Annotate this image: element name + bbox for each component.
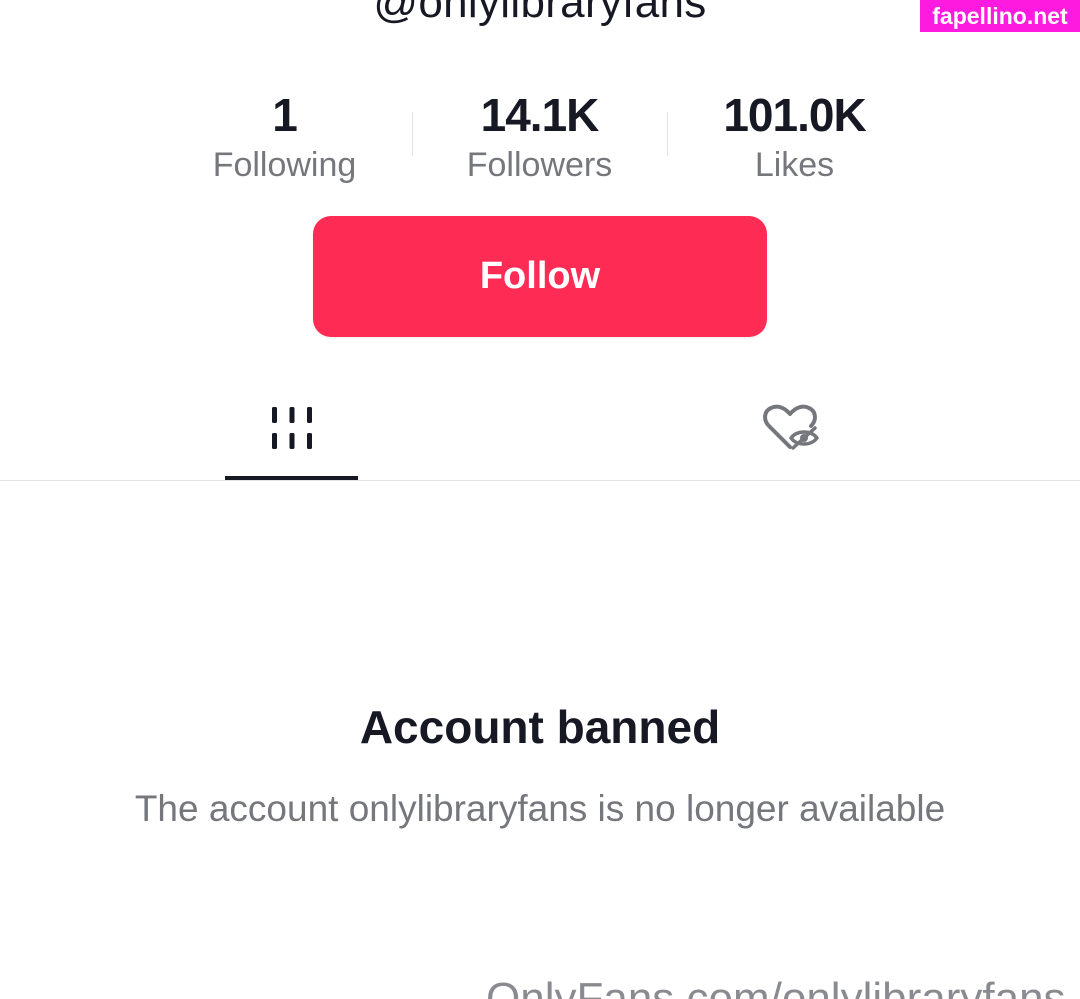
profile-username: @onlylibraryfans <box>373 0 707 27</box>
stat-likes-label: Likes <box>754 146 835 184</box>
tab-liked[interactable] <box>720 380 860 480</box>
banned-description: The account onlylibraryfans is no longer… <box>134 788 946 829</box>
footer-link[interactable]: OnlyFans.com/onlylibraryfans <box>486 974 1066 999</box>
stat-followers-value: 14.1K <box>480 89 600 141</box>
videos-grid-icon <box>270 405 314 456</box>
stat-following[interactable]: 1 Following <box>157 88 412 188</box>
stat-likes-value: 101.0K <box>723 89 866 141</box>
liked-hidden-icon <box>761 404 819 457</box>
watermark: fapellino.net <box>920 0 1080 32</box>
stat-followers-label: Followers <box>466 146 613 184</box>
banned-title: Account banned <box>359 701 721 753</box>
stats-divider <box>412 112 413 156</box>
tab-videos[interactable] <box>225 380 358 480</box>
profile-stats: 1 Following 14.1K Followers 101.0K Likes <box>157 88 923 188</box>
stat-likes[interactable]: 101.0K Likes <box>667 88 922 188</box>
follow-button[interactable]: Follow <box>313 216 767 337</box>
stat-following-label: Following <box>212 146 357 184</box>
stat-following-value: 1 <box>272 89 298 141</box>
stat-followers[interactable]: 14.1K Followers <box>412 88 667 188</box>
profile-page: @onlylibraryfans fapellino.net 1 Followi… <box>0 0 1080 999</box>
stats-divider <box>667 112 668 156</box>
tabs-border <box>0 480 1080 481</box>
